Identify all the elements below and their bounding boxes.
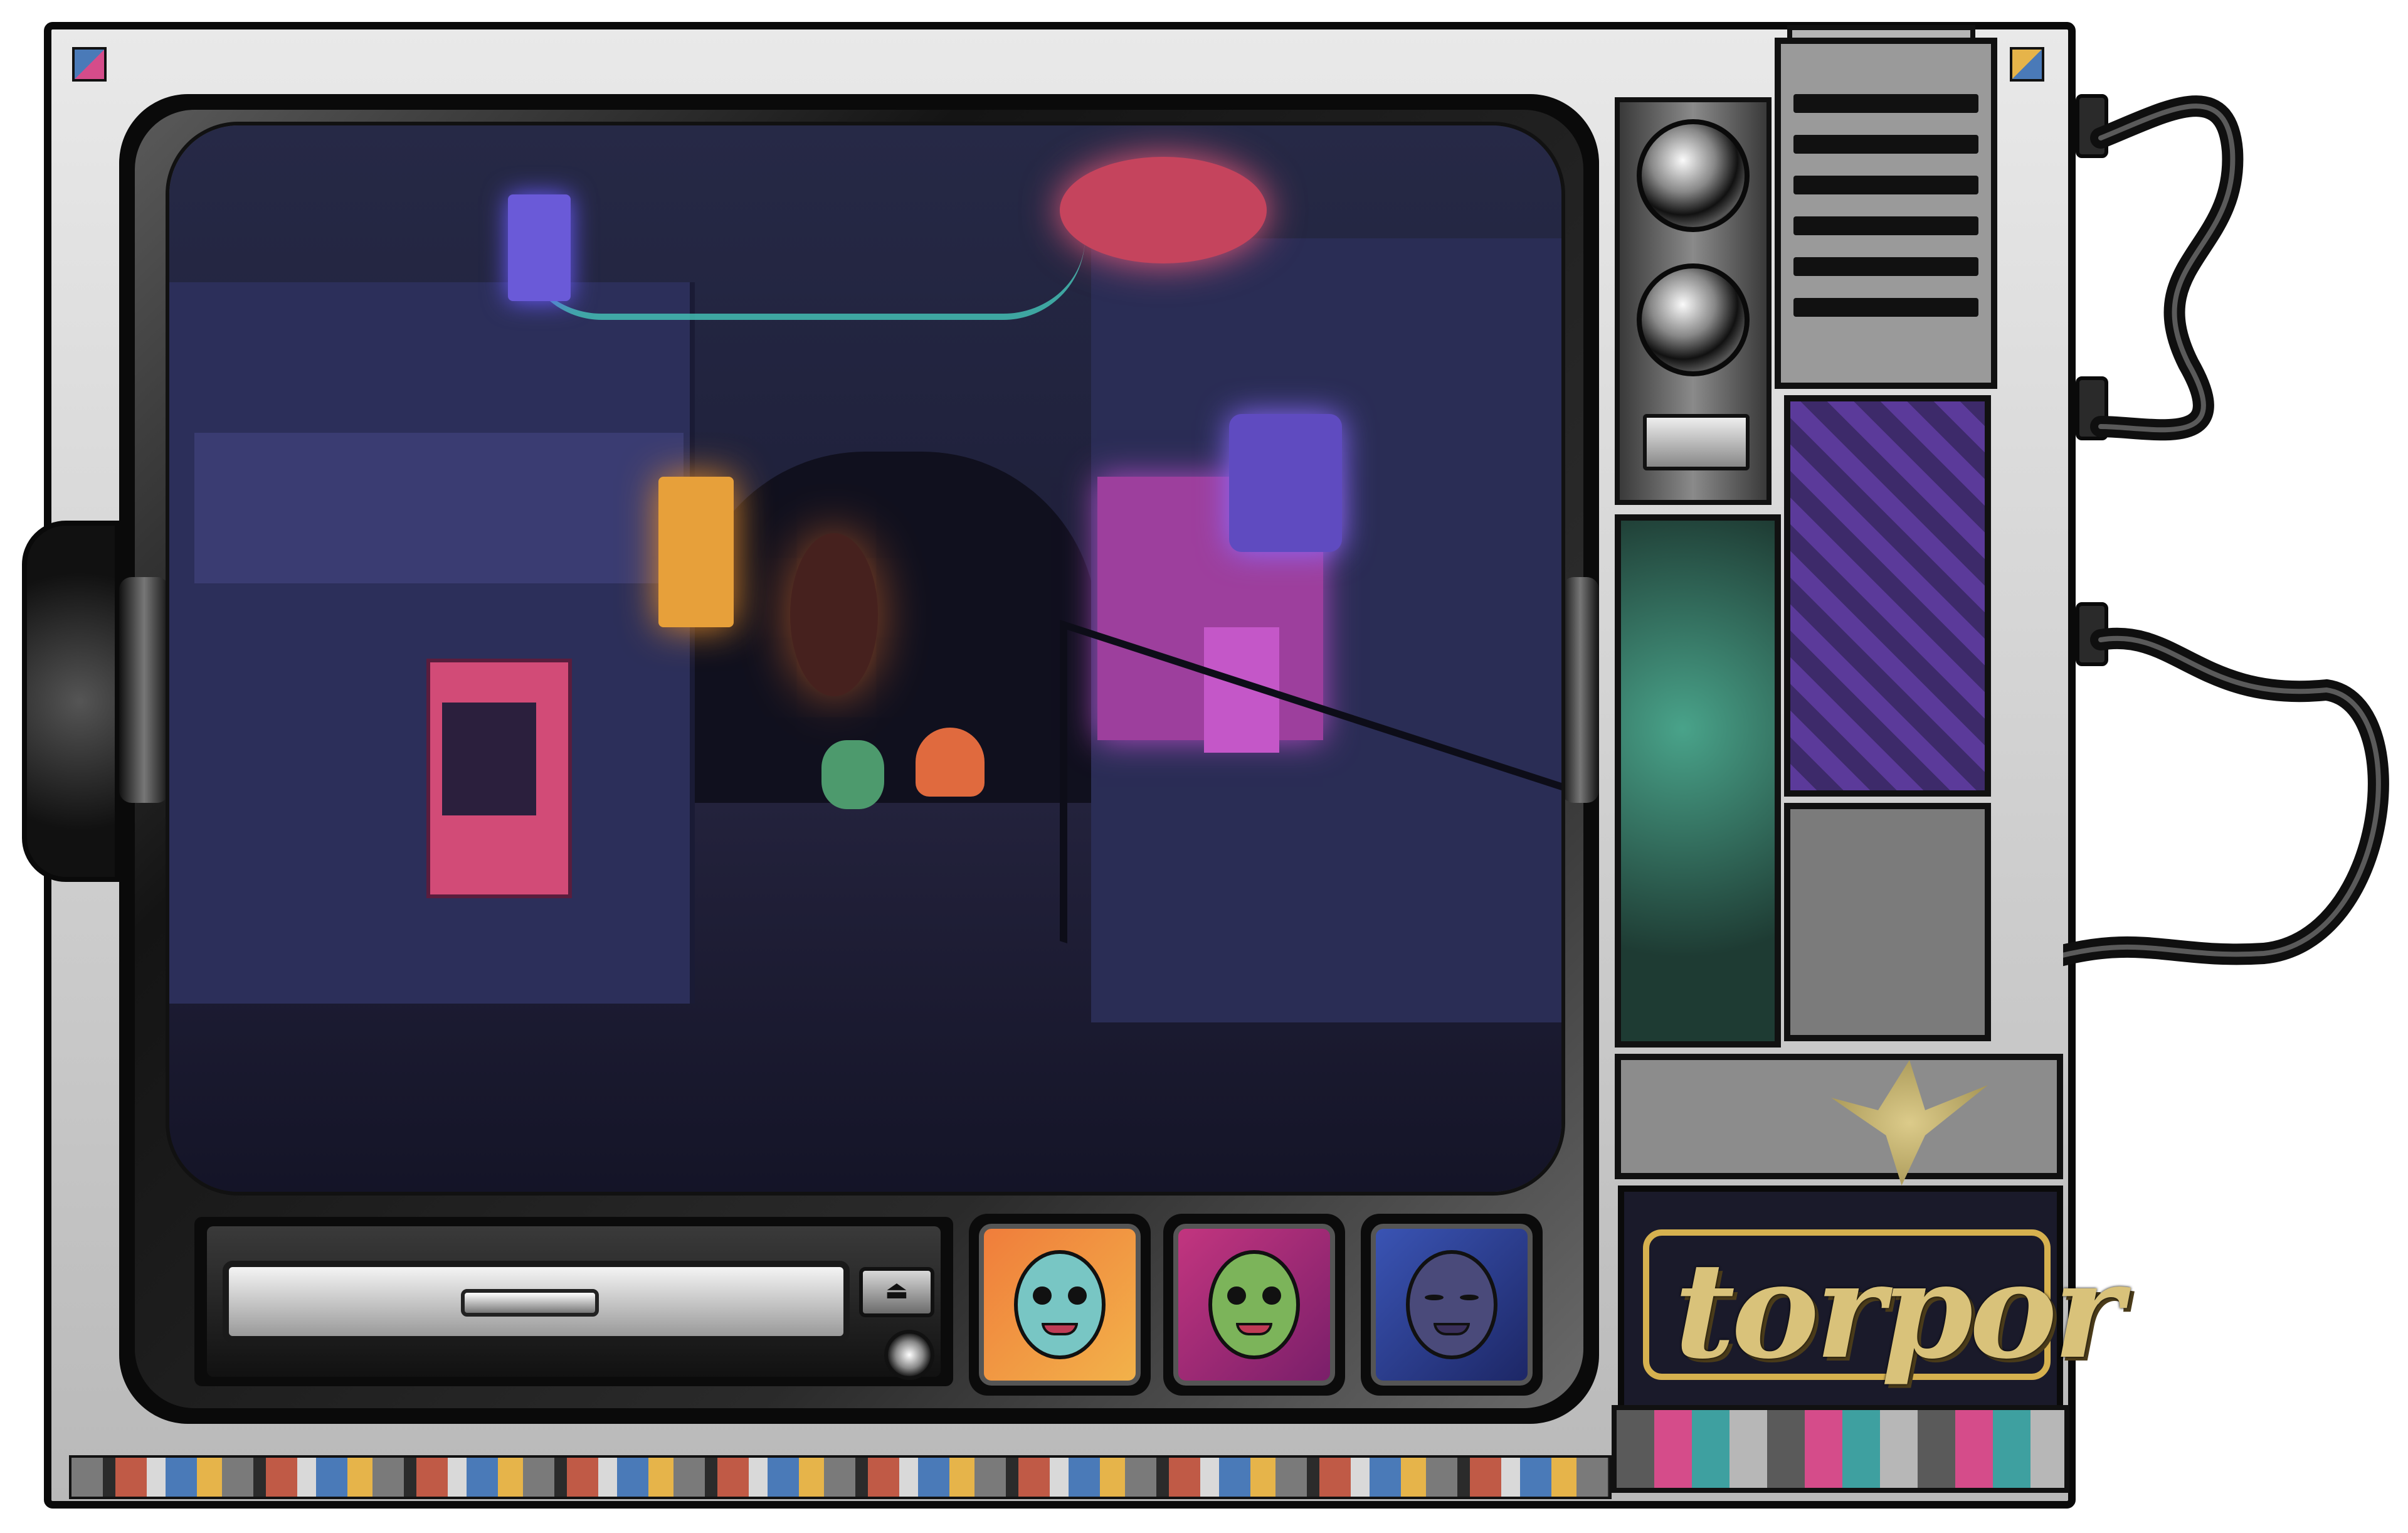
mouth-icon bbox=[1041, 1323, 1079, 1335]
vent-slat bbox=[1793, 216, 1978, 235]
power-icon[interactable] bbox=[884, 1330, 934, 1380]
right-bezel-handle bbox=[1561, 577, 1599, 803]
mouth-icon bbox=[1433, 1323, 1471, 1335]
corner-sticker-icon bbox=[72, 47, 107, 82]
jack-panel-upper bbox=[1784, 803, 1991, 1041]
eye-icon bbox=[1033, 1286, 1052, 1305]
sleep-neon-sign[interactable] bbox=[1229, 414, 1342, 552]
sticker-strip-right bbox=[1612, 1405, 2069, 1493]
left-bezel-handle bbox=[119, 577, 169, 803]
vent-slat bbox=[1793, 94, 1978, 113]
character-frame bbox=[979, 1224, 1141, 1386]
neon-sign-f[interactable] bbox=[658, 477, 734, 627]
knob-upper[interactable] bbox=[1637, 119, 1750, 232]
character-frame bbox=[1371, 1224, 1533, 1386]
eject-button[interactable]: ⏏ bbox=[859, 1267, 934, 1317]
character-tile-blue[interactable] bbox=[1361, 1214, 1543, 1396]
character-face-icon bbox=[1406, 1249, 1497, 1360]
character-tile-magenta[interactable] bbox=[1163, 1214, 1345, 1396]
knob-lower[interactable] bbox=[1637, 263, 1750, 376]
tunnel-passage[interactable] bbox=[690, 452, 1097, 803]
neon-sign-s[interactable] bbox=[508, 194, 571, 301]
vending-machine-window bbox=[442, 703, 536, 815]
character-tile-orange[interactable] bbox=[969, 1214, 1151, 1396]
vent-slat bbox=[1793, 298, 1978, 317]
mushroom-character[interactable] bbox=[916, 728, 985, 797]
green-pattern-panel bbox=[1615, 514, 1781, 1048]
left-building-balcony bbox=[194, 433, 684, 583]
game-logo: torpor bbox=[1643, 1229, 2123, 1386]
character-face-icon bbox=[1208, 1249, 1300, 1360]
tunnel-glow bbox=[790, 533, 878, 696]
speaker-vent bbox=[1775, 38, 1997, 389]
vent-slat bbox=[1793, 176, 1978, 194]
patch-cable[interactable] bbox=[2063, 75, 2402, 1016]
closed-eye-icon bbox=[1425, 1294, 1444, 1301]
sticker-strip-bottom bbox=[69, 1455, 1612, 1499]
frog-character[interactable] bbox=[821, 740, 884, 809]
vent-slat bbox=[1793, 135, 1978, 154]
game-viewport[interactable] bbox=[169, 125, 1561, 1192]
eye-icon bbox=[1262, 1286, 1281, 1305]
side-dial[interactable] bbox=[22, 521, 120, 882]
vent-slat bbox=[1793, 257, 1978, 276]
cartridge-slot[interactable] bbox=[1643, 414, 1750, 470]
neon-wire bbox=[520, 238, 1085, 320]
octopus-neon-sign[interactable] bbox=[1060, 157, 1267, 263]
closed-eye-icon bbox=[1460, 1294, 1479, 1301]
corner-sticker-icon bbox=[2010, 47, 2044, 82]
character-frame bbox=[1173, 1224, 1335, 1386]
slider-handle[interactable] bbox=[461, 1289, 599, 1317]
jack-panel-lower bbox=[1615, 1054, 2063, 1179]
purple-pattern-panel bbox=[1784, 395, 1991, 797]
mouth-icon bbox=[1235, 1323, 1273, 1335]
eye-icon bbox=[1068, 1286, 1087, 1305]
character-face-icon bbox=[1014, 1249, 1106, 1360]
eye-icon bbox=[1227, 1286, 1246, 1305]
